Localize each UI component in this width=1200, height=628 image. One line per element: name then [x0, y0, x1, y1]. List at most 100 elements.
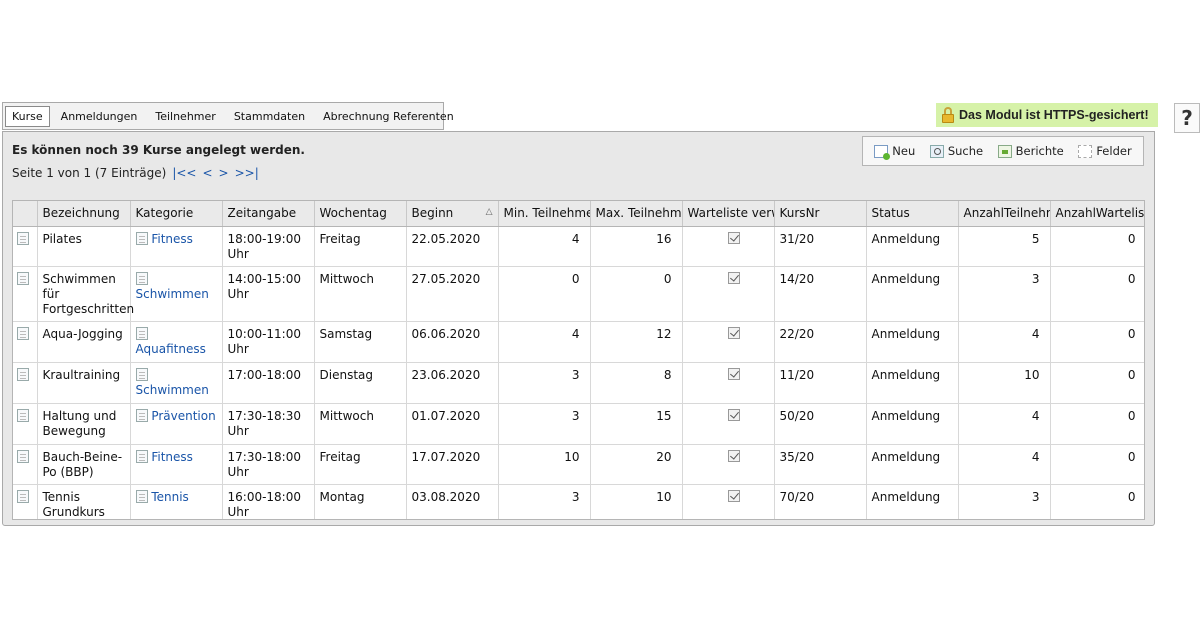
category-icon: [135, 408, 148, 422]
column-header[interactable]: KursNr: [774, 201, 867, 227]
cell-warteliste: [682, 484, 775, 519]
cell-kursnr: 70/20: [774, 484, 867, 519]
new-button-label: Neu: [892, 144, 916, 158]
fields-icon: [1078, 144, 1093, 158]
row-select-cell[interactable]: [13, 321, 38, 363]
fields-button-label: Felder: [1096, 144, 1132, 158]
column-header[interactable]: Status: [866, 201, 959, 227]
cell-bezeichnung: Aqua-Jogging: [37, 321, 131, 363]
cell-min-teilnehmer: 0: [498, 266, 591, 322]
cell-bezeichnung: Schwimmen für Fortgeschritten: [37, 266, 134, 322]
toolbar: Neu Suche Berichte Felder: [862, 136, 1144, 166]
cell-beginn: 01.07.2020: [406, 403, 499, 445]
column-header-sorted[interactable]: Beginn △: [406, 201, 499, 227]
pager-last-button[interactable]: >>|: [235, 166, 259, 180]
column-header[interactable]: Max. Teilnehmer: [590, 201, 683, 227]
column-header[interactable]: AnzahlWarteliste: [1050, 201, 1144, 227]
column-header[interactable]: Zeitangabe: [222, 201, 315, 227]
tab-stammdaten[interactable]: Stammdaten: [227, 107, 312, 126]
category-link[interactable]: Aquafitness: [136, 342, 206, 356]
cell-status: Anmeldung: [866, 226, 959, 267]
warteliste-checkbox[interactable]: [727, 231, 740, 244]
column-header[interactable]: Kategorie: [130, 201, 223, 227]
table-row[interactable]: Kraultraining Schwimmen 17:00-18:00 Dienst…: [13, 362, 1144, 404]
row-select-cell[interactable]: [13, 362, 38, 404]
reports-button[interactable]: Berichte: [997, 144, 1064, 158]
table-row[interactable]: Haltung und Bewegung Prävention 17:30-18:…: [13, 403, 1144, 445]
new-button[interactable]: Neu: [874, 144, 916, 160]
fields-button[interactable]: Felder: [1078, 144, 1132, 158]
row-select-cell[interactable]: [13, 403, 38, 445]
table-row[interactable]: Tennis Grundkurs Tennis 16:00-18:00 Uhr Mo…: [13, 484, 1144, 519]
document-icon[interactable]: [17, 271, 29, 285]
category-link[interactable]: Schwimmen: [136, 287, 209, 301]
tab-teilnehmer[interactable]: Teilnehmer: [148, 107, 222, 126]
cell-bezeichnung: Bauch-Beine-Po (BBP): [37, 444, 131, 485]
tab-kurse[interactable]: Kurse: [5, 105, 50, 127]
table-row[interactable]: Pilates Fitness 18:00-19:00 Uhr Freitag 22.…: [13, 226, 1144, 267]
warteliste-checkbox[interactable]: [727, 408, 740, 421]
cell-beginn: 27.05.2020: [406, 266, 499, 322]
document-icon[interactable]: [17, 326, 29, 340]
document-icon[interactable]: [17, 449, 29, 463]
cell-status: Anmeldung: [866, 266, 959, 322]
panel-title: Es können noch 39 Kurse angelegt werden.: [12, 143, 305, 157]
column-header[interactable]: Warteliste verwenden: [682, 201, 775, 227]
row-select-cell[interactable]: [13, 266, 38, 322]
cell-anzahl-warteliste: 0: [1050, 266, 1144, 322]
cell-anzahl-teilnehmer: 4: [958, 444, 1051, 485]
cell-kursnr: 11/20: [774, 362, 867, 404]
cell-status: Anmeldung: [866, 444, 959, 485]
warteliste-checkbox[interactable]: [727, 449, 740, 462]
help-icon[interactable]: ?: [1174, 103, 1200, 133]
cell-max-teilnehmer: 0: [590, 266, 683, 322]
category-icon: [135, 367, 148, 381]
pager-next-button[interactable]: >: [219, 166, 229, 180]
cell-beginn: 06.06.2020: [406, 321, 499, 363]
warteliste-checkbox[interactable]: [727, 271, 740, 284]
document-icon[interactable]: [17, 367, 29, 381]
pager-first-button[interactable]: |<<: [172, 166, 196, 180]
cell-kursnr: 50/20: [774, 403, 867, 445]
pager-prev-button[interactable]: <: [202, 166, 212, 180]
column-header[interactable]: Wochentag: [314, 201, 407, 227]
cell-anzahl-warteliste: 0: [1050, 444, 1144, 485]
cell-beginn: 22.05.2020: [406, 226, 499, 267]
category-link[interactable]: Schwimmen: [136, 383, 209, 397]
column-header[interactable]: Min. Teilnehmer: [498, 201, 591, 227]
table-row[interactable]: Aqua-Jogging Aquafitness 10:00-11:00 Uhr S…: [13, 321, 1144, 363]
category-link[interactable]: Prävention: [151, 409, 215, 423]
row-select-cell[interactable]: [13, 484, 38, 519]
category-link[interactable]: Fitness: [151, 232, 193, 246]
warteliste-checkbox[interactable]: [727, 489, 740, 502]
document-icon[interactable]: [17, 231, 29, 245]
cell-anzahl-warteliste: 0: [1050, 484, 1144, 519]
courses-table: Bezeichnung Kategorie Zeitangabe Wochent…: [13, 201, 1144, 519]
cell-zeitangabe: 18:00-19:00 Uhr: [222, 226, 315, 267]
warteliste-checkbox[interactable]: [727, 367, 740, 380]
category-link[interactable]: Tennis: [151, 490, 188, 504]
panel-header: Es können noch 39 Kurse angelegt werden.…: [3, 132, 1154, 194]
courses-table-wrap: Bezeichnung Kategorie Zeitangabe Wochent…: [12, 200, 1145, 520]
table-row[interactable]: Bauch-Beine-Po (BBP) Fitness 17:30-18:00 …: [13, 444, 1144, 485]
report-icon: [997, 144, 1012, 158]
search-button[interactable]: Suche: [929, 144, 983, 158]
cell-bezeichnung: Tennis Grundkurs: [37, 484, 131, 519]
column-header[interactable]: AnzahlTeilnehmer: [958, 201, 1051, 227]
table-row[interactable]: Schwimmen für Fortgeschritten Schwimmen 1…: [13, 266, 1144, 322]
cell-max-teilnehmer: 12: [590, 321, 683, 363]
document-icon[interactable]: [17, 489, 29, 503]
column-header[interactable]: Bezeichnung: [37, 201, 131, 227]
tab-anmeldungen[interactable]: Anmeldungen: [54, 107, 145, 126]
cell-status: Anmeldung: [866, 362, 959, 404]
tab-abrechnung-referenten[interactable]: Abrechnung Referenten: [316, 107, 461, 126]
cell-zeitangabe: 16:00-18:00 Uhr: [222, 484, 315, 519]
document-icon[interactable]: [17, 408, 29, 422]
category-link[interactable]: Fitness: [151, 450, 193, 464]
row-select-cell[interactable]: [13, 226, 38, 267]
cell-zeitangabe: 14:00-15:00 Uhr: [222, 266, 315, 322]
row-select-cell[interactable]: [13, 444, 38, 485]
cell-warteliste: [682, 444, 775, 485]
warteliste-checkbox[interactable]: [727, 326, 740, 339]
cell-kategorie: Schwimmen: [130, 266, 223, 322]
